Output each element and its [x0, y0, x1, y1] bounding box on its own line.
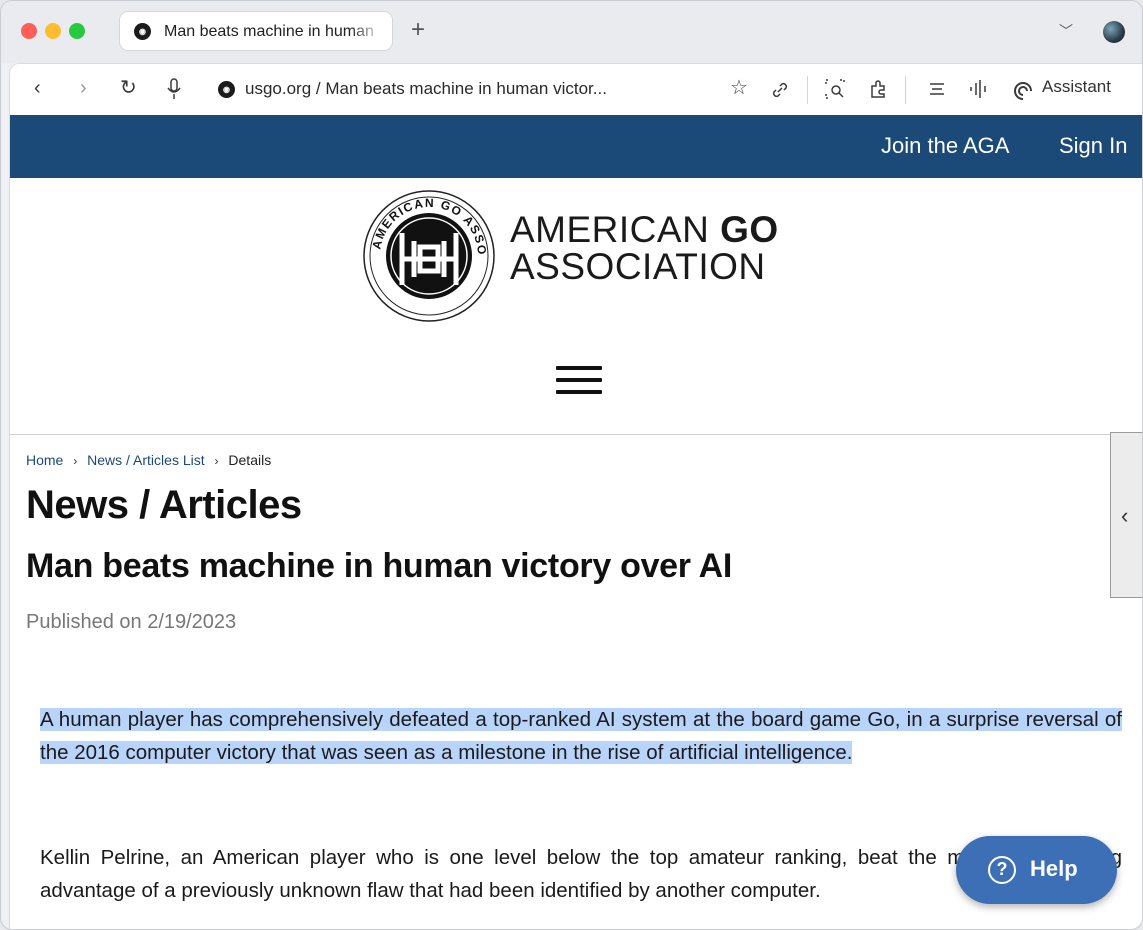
- extensions-icon[interactable]: [868, 78, 890, 100]
- reader-icon[interactable]: [928, 80, 946, 98]
- audio-icon[interactable]: [968, 78, 990, 100]
- article-paragraph-1: A human player has comprehensively defea…: [40, 703, 1122, 769]
- join-aga-link[interactable]: Join the AGA: [881, 133, 1009, 159]
- published-date: Published on 2/19/2023: [26, 611, 237, 633]
- browser-window: ◉ Man beats machine in human victory ove…: [0, 0, 1143, 930]
- assistant-icon[interactable]: [1012, 79, 1034, 101]
- article-title: Man beats machine in human victory over …: [26, 547, 732, 585]
- minimize-window-button[interactable]: [45, 23, 61, 39]
- breadcrumb-current: Details: [228, 452, 272, 468]
- help-label: Help: [1030, 856, 1078, 881]
- fullscreen-window-button[interactable]: [69, 23, 85, 39]
- side-panel-toggle[interactable]: ‹: [1110, 432, 1142, 598]
- page-title: News / Articles: [26, 483, 302, 527]
- site-logo-text[interactable]: AMERICAN GO ASSOCIATION: [510, 211, 779, 285]
- web-page: Join the AGA Sign In AMERICAN GO ASSOCIA…: [9, 115, 1142, 929]
- active-tab[interactable]: ◉ Man beats machine in human victory ove…: [119, 11, 393, 51]
- highlighted-text[interactable]: A human player has comprehensively defea…: [40, 708, 1122, 764]
- question-icon: ?: [988, 856, 1016, 884]
- aga-seal-logo[interactable]: AMERICAN GO ASSOCIATION: [362, 189, 496, 323]
- tab-title: Man beats machine in human victory over …: [164, 23, 379, 40]
- hamburger-menu-icon[interactable]: [556, 366, 602, 398]
- breadcrumb: Home › News / Articles List › Details: [26, 452, 271, 468]
- sign-in-link[interactable]: Sign In: [1059, 133, 1128, 159]
- chevron-right-icon: ›: [214, 454, 219, 468]
- back-icon[interactable]: ‹: [34, 76, 41, 100]
- star-icon[interactable]: ☆: [730, 76, 748, 100]
- assistant-button[interactable]: Assistant: [1042, 77, 1111, 97]
- site-header-bar: Join the AGA Sign In: [10, 115, 1142, 178]
- chevron-right-icon: ›: [73, 454, 78, 468]
- profile-avatar[interactable]: [1103, 21, 1125, 43]
- mic-icon[interactable]: [166, 78, 182, 102]
- browser-toolbar: ‹ › ↻ ◉ usgo.org / Man beats machine in …: [9, 63, 1142, 115]
- lens-icon[interactable]: [824, 78, 846, 100]
- chevron-down-icon[interactable]: ﹀: [1059, 21, 1073, 41]
- close-window-button[interactable]: [21, 23, 37, 39]
- breadcrumb-list-link[interactable]: News / Articles List: [87, 452, 204, 468]
- tab-strip: ◉ Man beats machine in human victory ove…: [1, 1, 1142, 63]
- aga-seal-icon: ◉: [134, 23, 151, 40]
- help-button[interactable]: ? Help: [956, 836, 1117, 904]
- link-icon[interactable]: [770, 80, 790, 100]
- reload-icon[interactable]: ↻: [120, 76, 137, 100]
- forward-icon[interactable]: ›: [80, 76, 87, 100]
- chevron-left-icon: ‹: [1121, 503, 1129, 528]
- address-bar[interactable]: usgo.org / Man beats machine in human vi…: [245, 79, 607, 99]
- breadcrumb-home-link[interactable]: Home: [26, 452, 63, 468]
- header-divider: [10, 434, 1142, 435]
- site-favicon: ◉: [218, 81, 235, 98]
- new-tab-button[interactable]: +: [411, 17, 425, 43]
